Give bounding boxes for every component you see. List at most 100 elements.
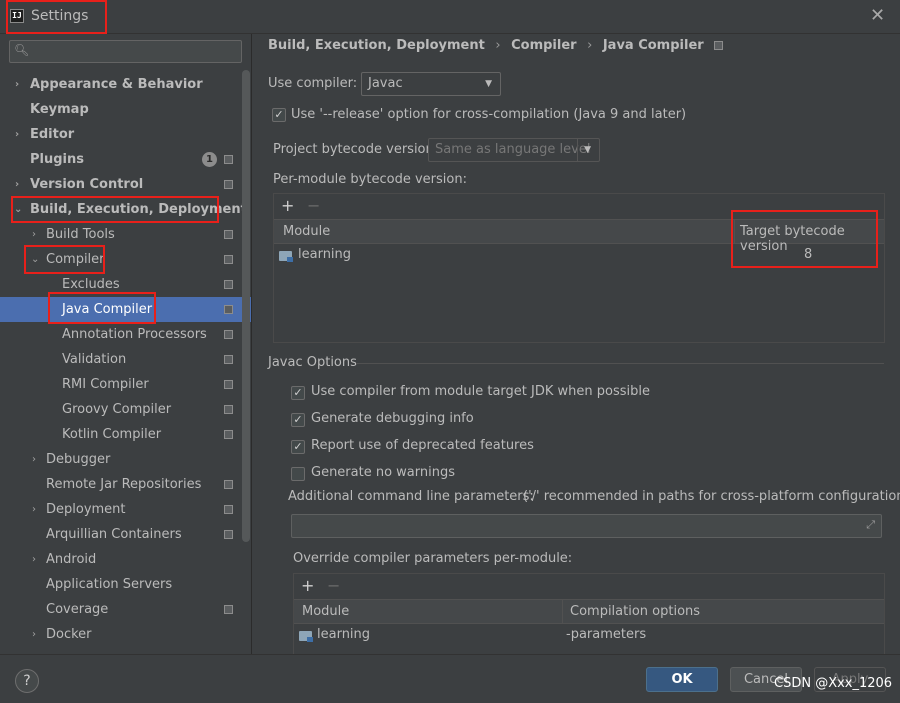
column-header-module[interactable]: Module (302, 604, 349, 619)
sidebar-item-editor[interactable]: › Editor (0, 122, 242, 147)
breadcrumb-item[interactable]: Compiler (511, 38, 576, 53)
chevron-down-icon[interactable]: ⌄ (14, 197, 22, 222)
sidebar-item-label: Remote Jar Repositories (46, 477, 202, 492)
expand-icon[interactable]: ⤢ (866, 518, 875, 532)
sidebar-item-keymap[interactable]: Keymap (0, 97, 242, 122)
add-icon[interactable]: + (281, 196, 294, 215)
use-compiler-label: Use compiler: (268, 76, 358, 91)
chevron-right-icon[interactable]: › (15, 172, 19, 197)
sidebar-item-rmi-compiler[interactable]: RMI Compiler (0, 372, 242, 397)
project-settings-icon (224, 255, 233, 264)
sidebar-item-build-tools[interactable]: › Build Tools (0, 222, 242, 247)
ok-button[interactable]: OK (646, 667, 718, 692)
project-settings-icon (224, 430, 233, 439)
table-row[interactable]: learning -parameters (294, 624, 884, 648)
sidebar-item-docker[interactable]: › Docker (0, 622, 242, 647)
window-title: Settings (31, 8, 89, 24)
sidebar-item-label: Kotlin Compiler (62, 427, 162, 442)
intellij-app-icon: IJ (10, 9, 24, 23)
sidebar-item-deployment[interactable]: › Deployment (0, 497, 242, 522)
no-warnings-checkbox[interactable] (291, 467, 305, 481)
chevron-right-icon[interactable]: › (32, 222, 36, 247)
compilation-options-value[interactable]: -parameters (566, 627, 646, 642)
project-settings-icon (224, 330, 233, 339)
module-name: learning (298, 247, 352, 262)
table-row[interactable]: learning 8 (274, 244, 884, 268)
sidebar-item-groovy-compiler[interactable]: Groovy Compiler (0, 397, 242, 422)
no-warnings-label: Generate no warnings (311, 465, 456, 480)
sidebar-item-remote-jar-repositories[interactable]: Remote Jar Repositories (0, 472, 242, 497)
close-icon[interactable]: ✕ (870, 5, 885, 26)
combo-divider (577, 139, 578, 161)
per-module-bytecode-label: Per-module bytecode version: (273, 172, 467, 187)
search-icon: 🔍︎ (14, 43, 30, 57)
sidebar-item-coverage[interactable]: Coverage (0, 597, 242, 622)
sidebar-item-label: Build Tools (46, 227, 115, 242)
breadcrumb-separator: › (587, 38, 593, 53)
chevron-right-icon[interactable]: › (32, 547, 36, 572)
project-bytecode-select[interactable]: Same as language level ▼ (428, 138, 600, 162)
sidebar-item-annotation-processors[interactable]: Annotation Processors (0, 322, 242, 347)
additional-params-field[interactable]: ⤢ (291, 514, 882, 538)
add-icon[interactable]: + (301, 576, 314, 595)
sidebar-item-label: RMI Compiler (62, 377, 149, 392)
use-module-jdk-checkbox[interactable]: ✓ (291, 386, 305, 400)
generate-debug-info-label: Generate debugging info (311, 411, 474, 426)
sidebar-item-validation[interactable]: Validation (0, 347, 242, 372)
sidebar-item-label: Groovy Compiler (62, 402, 172, 417)
chevron-down-icon[interactable]: ⌄ (31, 247, 39, 272)
sidebar-item-compiler[interactable]: ⌄ Compiler (0, 247, 242, 272)
sidebar-item-label: Keymap (30, 102, 89, 117)
sidebar-item-label: Java Compiler (62, 302, 153, 317)
sidebar-item-excludes[interactable]: Excludes (0, 272, 242, 297)
project-bytecode-label: Project bytecode version: (273, 142, 439, 157)
project-settings-icon (714, 41, 724, 50)
release-option-label: Use '--release' option for cross-compila… (291, 107, 687, 122)
sidebar-scrollbar[interactable] (242, 70, 250, 542)
sidebar-item-version-control[interactable]: › Version Control (0, 172, 242, 197)
column-header-compilation-options[interactable]: Compilation options (570, 604, 700, 619)
breadcrumb-separator: › (495, 38, 501, 53)
chevron-right-icon[interactable]: › (32, 622, 36, 647)
release-option-checkbox[interactable]: ✓ (272, 108, 286, 122)
remove-icon[interactable]: − (327, 576, 340, 595)
generate-debug-info-checkbox[interactable]: ✓ (291, 413, 305, 427)
sidebar-item-plugins[interactable]: Plugins 1 (0, 147, 242, 172)
override-params-table: + − Module Compilation options learning … (293, 573, 885, 654)
search-input[interactable]: 🔍︎ (9, 40, 242, 63)
chevron-right-icon[interactable]: › (15, 72, 19, 97)
project-settings-icon (224, 530, 233, 539)
sidebar-item-kotlin-compiler[interactable]: Kotlin Compiler (0, 422, 242, 447)
chevron-right-icon[interactable]: › (32, 497, 36, 522)
sidebar-item-java-compiler[interactable]: Java Compiler (0, 297, 251, 322)
sidebar-item-label: Docker (46, 627, 92, 642)
project-settings-icon (224, 355, 233, 364)
settings-sidebar: 🔍︎ › Appearance & Behavior Keymap › Edit… (0, 34, 251, 654)
sidebar-item-label: Appearance & Behavior (30, 77, 203, 92)
target-bytecode-value[interactable]: 8 (804, 247, 812, 262)
module-folder-icon (279, 251, 293, 262)
project-settings-icon (224, 280, 233, 289)
sidebar-item-label: Excludes (62, 277, 120, 292)
sidebar-item-build-execution-deployment[interactable]: ⌄ Build, Execution, Deployment (0, 197, 247, 222)
sidebar-item-arquillian-containers[interactable]: Arquillian Containers (0, 522, 242, 547)
javac-options-title: Javac Options (268, 355, 357, 370)
report-deprecated-checkbox[interactable]: ✓ (291, 440, 305, 454)
chevron-right-icon[interactable]: › (32, 447, 36, 472)
use-compiler-select[interactable]: Javac ▼ (361, 72, 501, 96)
use-module-jdk-label: Use compiler from module target JDK when… (311, 384, 650, 399)
column-header-module[interactable]: Module (283, 224, 330, 239)
sidebar-item-debugger[interactable]: › Debugger (0, 447, 242, 472)
additional-params-label: Additional command line parameters: (288, 489, 534, 504)
sidebar-item-appearance[interactable]: › Appearance & Behavior (0, 72, 242, 97)
module-folder-icon (299, 631, 313, 642)
chevron-right-icon[interactable]: › (15, 122, 19, 147)
sidebar-item-application-servers[interactable]: Application Servers (0, 572, 242, 597)
remove-icon[interactable]: − (307, 196, 320, 215)
section-divider (356, 363, 884, 364)
sidebar-item-android[interactable]: › Android (0, 547, 242, 572)
sidebar-item-label: Android (46, 552, 97, 567)
help-button[interactable]: ? (15, 669, 39, 693)
breadcrumb-item[interactable]: Build, Execution, Deployment (268, 38, 485, 53)
sidebar-item-label: Annotation Processors (62, 327, 207, 342)
